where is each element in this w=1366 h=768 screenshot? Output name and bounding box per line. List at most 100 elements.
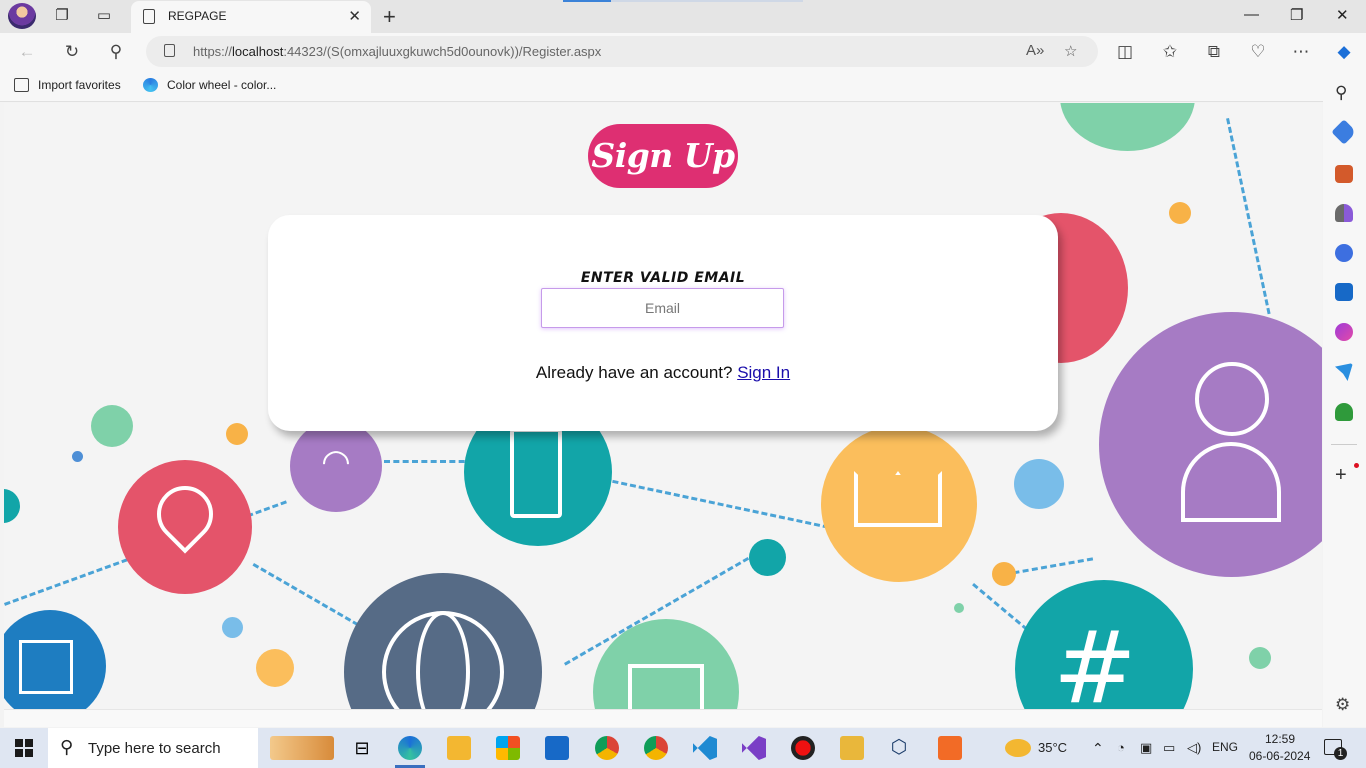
account-prompt: Already have an account? Sign In	[268, 363, 1058, 383]
task-view-icon[interactable]: ⊟	[350, 736, 374, 760]
phone-icon	[510, 428, 562, 518]
sidebar-settings-icon[interactable]: ⚙	[1335, 696, 1353, 714]
bg-bubble-green	[1060, 103, 1195, 151]
mail-app-icon[interactable]	[545, 736, 569, 760]
favorite-color-wheel[interactable]: Color wheel - color...	[167, 78, 276, 92]
bg-dash-line	[1226, 118, 1271, 315]
file-explorer-icon[interactable]	[447, 736, 471, 760]
search-highlight-image[interactable]	[270, 736, 334, 760]
address-bar[interactable]: https://localhost:44323/(S(omxajluuxgkuw…	[146, 36, 1098, 67]
language-indicator[interactable]: ENG	[1212, 740, 1238, 754]
user-body-shape	[1181, 442, 1281, 522]
bg-dot	[256, 649, 294, 687]
edge-sidebar: ⚲ + ⚙	[1323, 70, 1366, 727]
bg-dash-line	[384, 460, 474, 463]
tools-icon[interactable]	[1335, 165, 1353, 183]
shopping-icon[interactable]	[1331, 119, 1357, 145]
copilot-sidebar-icon[interactable]	[1335, 244, 1353, 262]
split-screen-icon[interactable]: ◫	[1114, 41, 1136, 63]
windows-taskbar: ⚲ Type here to search ⊟ ⬡ 35°C ⌃ ◔ ▣ ▭ ◁…	[0, 728, 1366, 768]
xampp-icon[interactable]	[938, 736, 962, 760]
close-tab-icon[interactable]: ✕	[348, 7, 361, 25]
bg-dash-line	[252, 563, 367, 631]
recorder-icon[interactable]	[791, 736, 815, 760]
read-aloud-icon[interactable]: A»	[1026, 42, 1044, 59]
sign-in-link[interactable]: Sign In	[737, 363, 790, 382]
sidebar-search-icon[interactable]: ⚲	[1335, 83, 1353, 102]
app-icon[interactable]	[840, 736, 864, 760]
browser-essentials-icon[interactable]: ♡	[1247, 41, 1269, 63]
visual-studio-icon[interactable]	[742, 736, 766, 760]
mail-icon	[628, 664, 704, 709]
clock-date[interactable]: 06-06-2024	[1249, 749, 1310, 763]
bg-dot	[1249, 647, 1271, 669]
profile-avatar[interactable]	[8, 3, 36, 29]
bg-dot	[222, 617, 243, 638]
favorite-import[interactable]: Import favorites	[38, 78, 121, 92]
bg-bubble-wifi: ◠	[290, 420, 382, 512]
chrome-icon[interactable]	[595, 736, 619, 760]
bg-bubble-location	[118, 460, 252, 594]
virtualbox-icon[interactable]: ⬡	[887, 736, 911, 760]
weather-icon[interactable]	[1005, 739, 1031, 757]
bg-dot	[1169, 202, 1191, 224]
browser-tab[interactable]: REGPAGE ✕	[131, 1, 371, 33]
import-icon	[14, 78, 29, 92]
color-wheel-icon	[143, 78, 158, 92]
sidebar-divider	[1331, 444, 1357, 445]
chrome-icon[interactable]	[644, 736, 668, 760]
user-icon	[1195, 362, 1269, 436]
bg-dot	[72, 451, 83, 462]
tab-bar: ❐ ▭ REGPAGE ✕ + — ❐ ✕	[0, 0, 1366, 33]
meet-icon[interactable]: ▣	[1140, 740, 1152, 756]
battery-icon[interactable]: ▭	[1163, 740, 1175, 756]
copilot-icon[interactable]: ◆	[1333, 41, 1355, 63]
tray-overflow-icon[interactable]: ⌃	[1092, 740, 1104, 757]
taskbar-search[interactable]: ⚲ Type here to search	[48, 728, 258, 768]
back-icon[interactable]: ←	[16, 41, 38, 63]
bg-bubble-crown	[821, 426, 977, 582]
outlook-icon[interactable]	[1335, 283, 1353, 301]
collections-icon[interactable]: ⧉	[1203, 41, 1225, 63]
workspaces-icon[interactable]: ❐	[52, 6, 72, 26]
bg-bubble-globe	[344, 573, 542, 709]
bg-dot	[1014, 459, 1064, 509]
page-title: Sign Up	[588, 124, 738, 188]
url-text[interactable]: https://localhost:44323/(S(omxajluuxgkuw…	[193, 44, 601, 59]
bg-dash-line	[603, 478, 829, 529]
start-button[interactable]	[15, 739, 33, 757]
bg-dot	[226, 423, 248, 445]
weather-temp[interactable]: 35°C	[1038, 740, 1067, 755]
search-icon[interactable]: ⚲	[105, 41, 127, 63]
network-icon[interactable]: ◔	[1117, 740, 1125, 755]
clock-time[interactable]: 12:59	[1265, 732, 1295, 746]
tab-scroll-track	[611, 0, 803, 2]
favorite-star-icon[interactable]: ☆	[1064, 42, 1077, 60]
email-input[interactable]	[541, 288, 784, 328]
telegram-icon[interactable]	[1335, 363, 1353, 381]
restore-button[interactable]: ❐	[1290, 6, 1303, 24]
volume-icon[interactable]: ◁)	[1187, 740, 1201, 756]
add-sidebar-icon[interactable]: +	[1335, 465, 1353, 485]
navigation-bar: ← ↻ ⚲ https://localhost:44323/(S(omxajlu…	[0, 33, 1366, 70]
lock-icon[interactable]	[164, 44, 175, 57]
designer-icon[interactable]	[1335, 323, 1353, 341]
vscode-icon[interactable]	[693, 736, 717, 760]
refresh-icon[interactable]: ↻	[61, 41, 83, 63]
games-icon[interactable]	[1335, 204, 1353, 222]
tab-scroll-indicator	[563, 0, 611, 2]
bg-dash-line	[1004, 557, 1094, 576]
close-window-button[interactable]: ✕	[1336, 6, 1349, 24]
bg-dot	[91, 405, 133, 447]
minimize-button[interactable]: —	[1244, 6, 1259, 23]
favorites-icon[interactable]: ✩	[1159, 41, 1181, 63]
bg-bubble-image	[4, 610, 106, 709]
tab-actions-icon[interactable]: ▭	[94, 6, 114, 26]
store-icon[interactable]	[496, 736, 520, 760]
edge-taskbar-icon[interactable]	[398, 736, 422, 760]
new-tab-button[interactable]: +	[383, 4, 396, 30]
tree-icon[interactable]	[1335, 403, 1353, 421]
more-options-icon[interactable]: ⋯	[1290, 41, 1312, 63]
bg-bubble-user	[1099, 312, 1322, 577]
horizontal-scrollbar[interactable]	[4, 709, 1322, 727]
